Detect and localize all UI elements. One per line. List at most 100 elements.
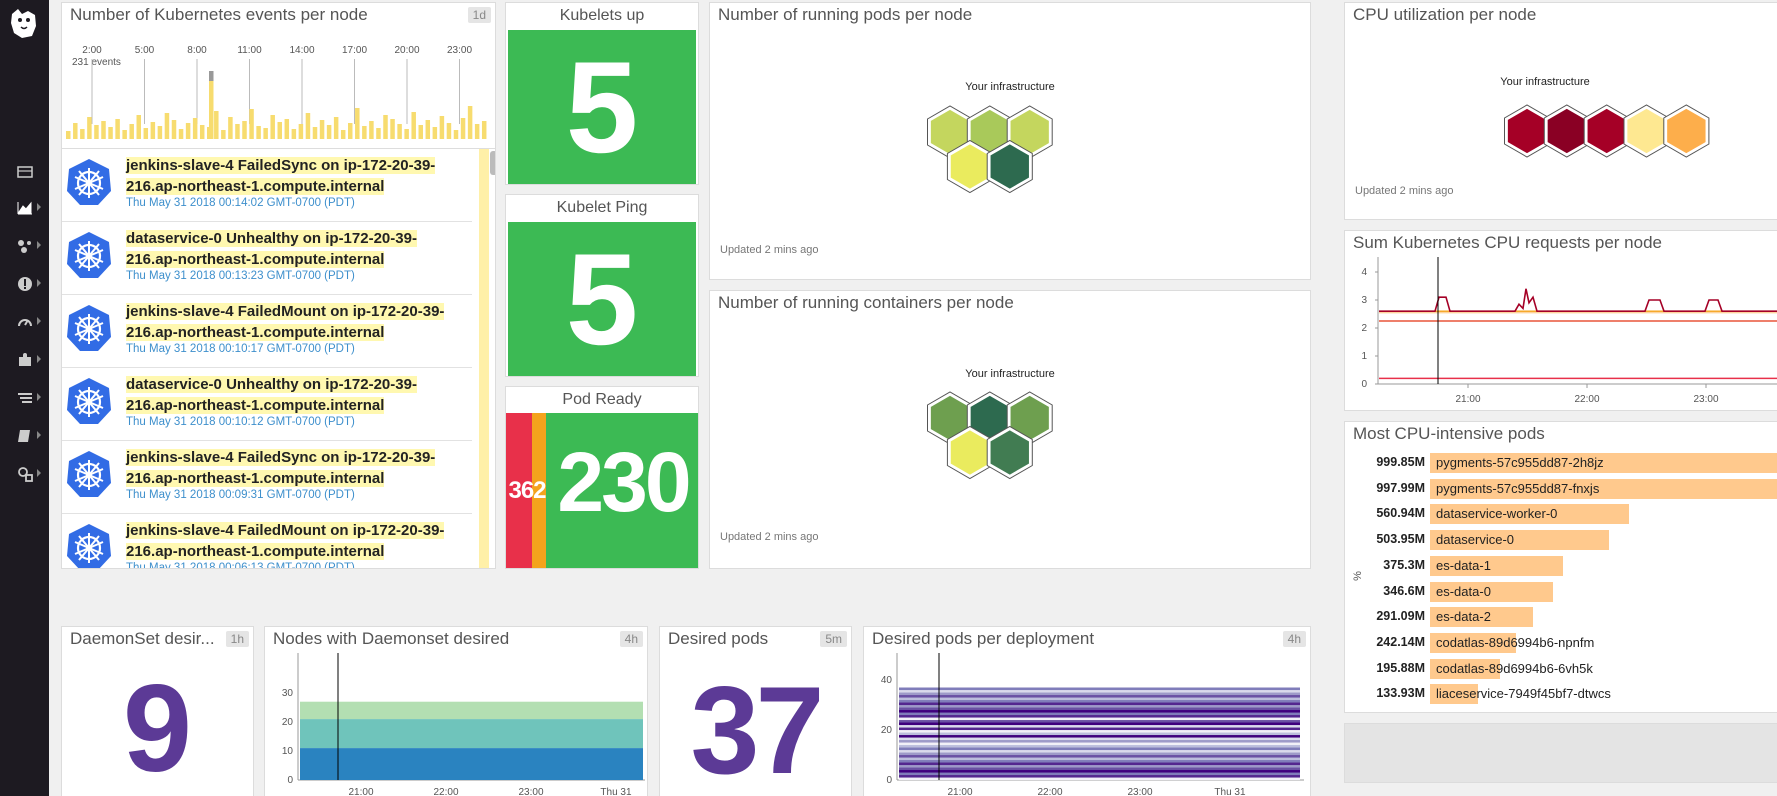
hostmap-label: Your infrastructure xyxy=(965,81,1055,93)
toplist-row[interactable]: 133.93M liaceservice-7949f45bf7-dtwcs xyxy=(1345,682,1765,705)
timeline-bar xyxy=(129,124,134,139)
event-title[interactable]: jenkins-slave-4 FailedSync on ip-172-20-… xyxy=(126,447,466,489)
event-timeline[interactable]: 2:00 5:00 8:00 11:00 14:00 17:00 20:00 23:00 23… xyxy=(62,29,496,145)
timeline-bar xyxy=(432,127,438,139)
toplist-label: pygments-57c955dd87-2h8jz xyxy=(1436,455,1604,470)
area-band xyxy=(899,715,1300,718)
event-row[interactable]: dataservice-0 Unhealthy on ip-172-20-39-… xyxy=(62,368,472,441)
desired-pods-widget: Desired pods 5m 37 xyxy=(659,626,852,796)
timeframe-badge[interactable]: 4h xyxy=(1282,631,1306,647)
toplist-label: es-data-1 xyxy=(1436,557,1491,573)
timeline-bar xyxy=(214,111,219,139)
event-row[interactable]: jenkins-slave-4 FailedMount on ip-172-20… xyxy=(62,295,472,368)
timeline-bar xyxy=(209,71,214,139)
timeframe-badge[interactable]: 1d xyxy=(467,7,491,23)
timeline-tick-label: 20:00 xyxy=(394,45,419,56)
datadog-logo-icon[interactable] xyxy=(8,6,40,40)
nav-item-notebooks[interactable] xyxy=(0,424,49,448)
area-band xyxy=(899,740,1300,743)
nav-item-synthetics[interactable] xyxy=(0,462,49,486)
toplist-label: pygments-57c955dd87-fnxjs xyxy=(1436,480,1600,496)
widget-title: Number of running pods per node xyxy=(718,5,973,24)
x-tick-label: 22:00 xyxy=(1574,394,1599,405)
timeline-bar xyxy=(298,124,304,139)
event-title[interactable]: jenkins-slave-4 FailedSync on ip-172-20-… xyxy=(126,155,466,197)
cpu-requests-timeseries[interactable]: 4 3 2 1 0 21:00 22:00 23:00 xyxy=(1345,257,1777,411)
toplist-row[interactable]: 291.09M es-data-2 xyxy=(1345,605,1765,628)
timeline-bar xyxy=(263,128,268,139)
timeline-bar xyxy=(369,121,374,139)
nav-item-integrations[interactable] xyxy=(0,348,49,372)
event-title-text: jenkins-slave-4 FailedMount on ip-172-20… xyxy=(126,522,445,560)
nodes-daemonset-timeseries[interactable]: 30 20 10 0 21:00 22:00 23:00 Thu 31 xyxy=(265,653,648,796)
integrations-icon xyxy=(18,353,31,366)
timeline-bar xyxy=(376,128,381,139)
event-title[interactable]: jenkins-slave-4 FailedMount on ip-172-20… xyxy=(126,301,466,343)
timeline-bar xyxy=(164,113,170,139)
running-containers-hostmap[interactable] xyxy=(920,391,1120,501)
nav-item-infrastructure[interactable] xyxy=(0,234,49,258)
event-row[interactable]: jenkins-slave-4 FailedSync on ip-172-20-… xyxy=(62,441,472,514)
timeline-bar xyxy=(101,121,106,139)
timeline-bar xyxy=(199,125,205,139)
cpu-utilization-hostmap[interactable] xyxy=(1499,101,1719,161)
event-title[interactable]: dataservice-0 Unhealthy on ip-172-20-39-… xyxy=(126,228,466,270)
timeline-tick-label: 17:00 xyxy=(342,45,367,56)
toplist-value: 997.99M xyxy=(1376,480,1425,495)
toplist-row[interactable]: 560.94M dataservice-worker-0 xyxy=(1345,502,1765,525)
timeframe-badge[interactable]: 4h xyxy=(619,631,643,647)
timeframe-badge[interactable]: 5m xyxy=(820,631,847,647)
toplist-row[interactable]: 346.6M es-data-0 xyxy=(1345,580,1765,602)
chevron-right-icon xyxy=(37,317,41,325)
timeframe-badge[interactable]: 1h xyxy=(225,631,249,647)
timeline-bar xyxy=(305,113,311,139)
widget-title: DaemonSet desir... xyxy=(70,629,215,648)
y-tick-label: 40 xyxy=(881,675,893,686)
event-list-scrollbar-thumb[interactable] xyxy=(490,151,495,175)
toplist-value: 242.14M xyxy=(1376,634,1425,649)
event-row[interactable]: dataservice-0 Unhealthy on ip-172-20-39-… xyxy=(62,222,472,295)
toplist-row[interactable]: 195.88M codatlas-89d6994b6-6vh5k xyxy=(1345,657,1765,679)
desired-per-deployment-timeseries[interactable]: 40 20 0 21:00 22:00 23:00 Thu 31 xyxy=(864,653,1311,796)
running-pods-hostmap[interactable] xyxy=(920,105,1120,215)
area-band xyxy=(899,695,1300,698)
event-list[interactable]: jenkins-slave-4 FailedSync on ip-172-20-… xyxy=(62,148,495,568)
nav-item-dashboard-list[interactable] xyxy=(0,160,49,184)
desired-per-deployment-widget: Desired pods per deployment 4h 40 20 0 21:0… xyxy=(863,626,1311,796)
nav-item-logs[interactable] xyxy=(0,386,49,410)
toplist-row[interactable]: 242.14M codatlas-89d6994b6-npnfm xyxy=(1345,631,1765,653)
timeline-bar xyxy=(178,129,184,139)
event-title[interactable]: dataservice-0 Unhealthy on ip-172-20-39-… xyxy=(126,374,466,416)
timeline-bar xyxy=(150,122,156,139)
toplist-row[interactable]: 375.3M es-data-1 xyxy=(1345,554,1765,576)
timeline-bar xyxy=(242,121,247,139)
area-band xyxy=(899,737,1300,741)
event-title-text: jenkins-slave-4 FailedMount on ip-172-20… xyxy=(126,303,445,341)
event-title[interactable]: jenkins-slave-4 FailedMount on ip-172-20… xyxy=(126,520,466,562)
toplist-row[interactable]: 503.95M dataservice-0 xyxy=(1345,528,1765,551)
area-band xyxy=(899,692,1300,696)
event-row[interactable]: jenkins-slave-4 FailedSync on ip-172-20-… xyxy=(62,149,472,222)
dashboard-list-icon xyxy=(16,166,33,178)
event-list-scrollbar[interactable] xyxy=(479,149,489,568)
timeline-bar xyxy=(453,130,459,139)
toplist[interactable]: 999.85M pygments-57c955dd87-2h8jz 997.99M p… xyxy=(1345,451,1777,711)
area-band xyxy=(899,697,1300,701)
toplist-label: codatlas-89d6994b6-npnfm xyxy=(1436,634,1595,650)
y-tick-label: 2 xyxy=(1361,323,1367,334)
nav-item-monitors[interactable] xyxy=(0,272,49,296)
toplist-label: liaceservice-7949f45bf7-dtwcs xyxy=(1436,686,1611,702)
toplist-value: 999.85M xyxy=(1376,455,1425,469)
x-tick-label: 23:00 xyxy=(518,787,543,796)
event-timestamp: Thu May 31 2018 00:10:12 GMT-0700 (PDT) xyxy=(126,416,355,428)
toplist-row[interactable]: 999.85M pygments-57c955dd87-2h8jz xyxy=(1345,451,1777,473)
kubernetes-icon xyxy=(67,524,111,568)
toplist-row[interactable]: 997.99M pygments-57c955dd87-fnxjs xyxy=(1345,477,1777,499)
timeline-bar xyxy=(404,129,409,139)
event-row[interactable]: jenkins-slave-4 FailedMount on ip-172-20… xyxy=(62,514,472,568)
nav-item-dashboards[interactable] xyxy=(0,196,49,220)
nav-item-apm[interactable] xyxy=(0,310,49,334)
area-band xyxy=(899,767,1300,771)
kubernetes-icon xyxy=(67,451,111,497)
area-band xyxy=(899,770,1300,773)
